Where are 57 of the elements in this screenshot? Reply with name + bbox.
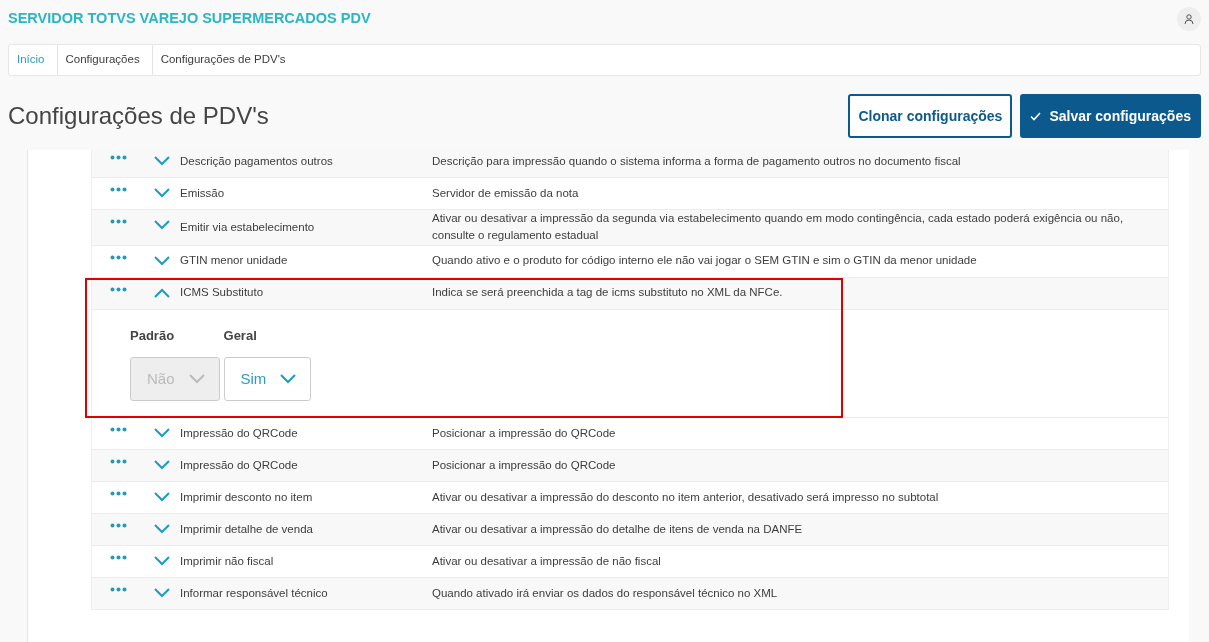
setting-description: Ativar ou desativar a impressão da segunda via estabelecimento quando em modo contingência, cada estado poderá exigência ou não, consulte o regulamento estadual	[432, 211, 1125, 244]
field-label: Padrão	[130, 326, 176, 345]
more-icon[interactable]	[109, 187, 127, 192]
save-button[interactable]: Salvar configurações	[1020, 94, 1201, 138]
breadcrumb-item: Configurações	[65, 52, 140, 68]
setting-name: Impressão do QRCode	[180, 425, 299, 441]
setting-name: Imprimir não fiscal	[180, 553, 275, 569]
setting-name: Informar responsável técnico	[180, 585, 329, 601]
setting-name: Descrição pagamentos outros	[180, 153, 334, 169]
setting-description: Servidor de emissão da nota	[432, 185, 580, 201]
more-icon[interactable]	[109, 555, 127, 560]
chevron-up-icon[interactable]	[154, 287, 170, 298]
more-icon[interactable]	[109, 459, 127, 464]
more-icon[interactable]	[109, 491, 127, 496]
chevron-down-icon[interactable]	[154, 492, 170, 502]
more-icon[interactable]	[109, 587, 127, 592]
setting-description: Ativar ou desativar a impressão do detalhe de itens de venda na DANFE	[432, 521, 804, 537]
app-title: SERVIDOR TOTVS VAREJO SUPERMERCADOS PDV	[8, 9, 371, 29]
more-icon[interactable]	[109, 427, 127, 432]
setting-name: Imprimir desconto no item	[180, 489, 314, 505]
chevron-down-icon	[188, 374, 205, 384]
more-icon[interactable]	[109, 254, 127, 260]
breadcrumb-item: Configurações de PDV's	[160, 52, 286, 68]
setting-name: Imprimir detalhe de venda	[180, 521, 314, 537]
chevron-down-icon[interactable]	[154, 460, 170, 470]
more-icon[interactable]	[109, 155, 127, 160]
chevron-down-icon[interactable]	[154, 220, 170, 230]
more-icon[interactable]	[109, 286, 127, 292]
setting-description: Descrição para impressão quando o sistema informa a forma de pagamento outros no documento fiscal	[432, 153, 962, 169]
chevron-down-icon[interactable]	[154, 556, 170, 566]
chevron-down-icon[interactable]	[154, 428, 170, 438]
page-title: Configurações de PDV's	[8, 101, 269, 131]
chevron-down-icon[interactable]	[154, 156, 170, 166]
setting-name: Emissão	[180, 185, 226, 201]
setting-name: ICMS Substituto	[180, 285, 265, 301]
clone-button[interactable]: Clonar configurações	[848, 94, 1013, 138]
setting-description: Quando ativo e o produto for código interno ele não vai jogar o SEM GTIN e sim o GTIN da menor unidade	[432, 253, 978, 269]
chevron-down-icon	[280, 374, 297, 384]
setting-description: Quando ativado irá enviar os dados do responsável técnico no XML	[432, 585, 779, 601]
chevron-down-icon[interactable]	[154, 524, 170, 534]
field-label: Geral	[223, 326, 258, 345]
setting-description: Ativar ou desativar a impressão de não fiscal	[432, 553, 662, 569]
setting-description: Posicionar a impressão do QRCode	[432, 425, 617, 441]
user-icon	[1184, 14, 1194, 24]
setting-name: Emitir via estabelecimento	[180, 219, 316, 235]
setting-description: Indica se será preenchida a tag de icms substituto no XML da NFCe.	[432, 285, 784, 301]
check-icon	[1030, 111, 1042, 121]
setting-description: Posicionar a impressão do QRCode	[432, 457, 617, 473]
chevron-down-icon[interactable]	[154, 188, 170, 198]
chevron-down-icon[interactable]	[154, 255, 170, 266]
user-avatar[interactable]	[1177, 7, 1201, 31]
more-icon[interactable]	[109, 219, 127, 224]
chevron-down-icon[interactable]	[154, 588, 170, 598]
setting-description: Ativar ou desativar a impressão do desconto no item anterior, desativado será impresso no subtotal	[432, 489, 940, 505]
more-icon[interactable]	[109, 523, 127, 528]
setting-name: GTIN menor unidade	[180, 253, 289, 269]
setting-name: Impressão do QRCode	[180, 457, 299, 473]
